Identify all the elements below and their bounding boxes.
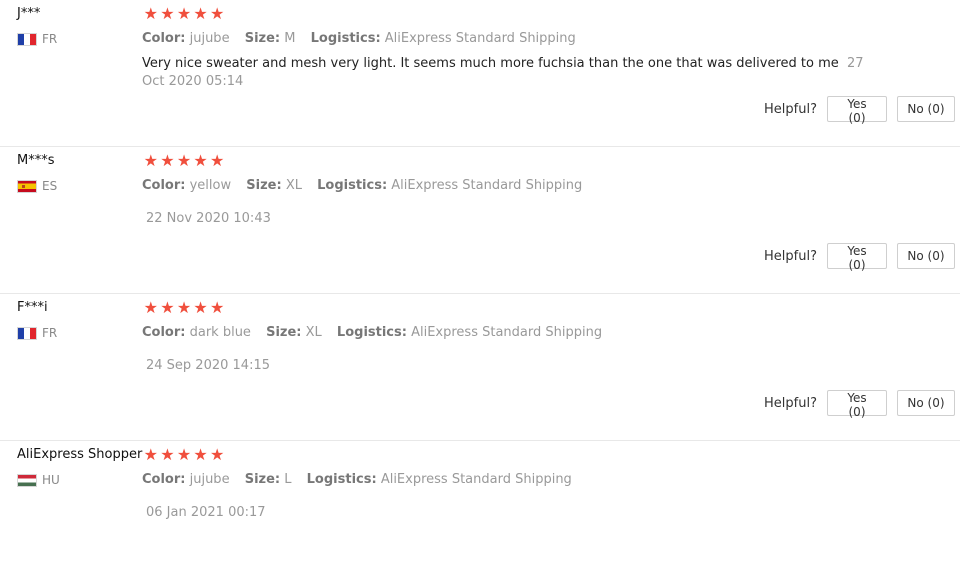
review-attributes: Color: dark blue Size: XL Logistics: Ali… <box>142 325 613 340</box>
star-icon: ★ <box>210 445 225 464</box>
helpful-vote: Helpful? Yes (0) No (0) <box>764 243 955 272</box>
color-value: jujube <box>189 31 230 46</box>
helpful-label: Helpful? <box>764 395 817 411</box>
star-rating: ★ ★ ★ ★ ★ <box>143 299 225 317</box>
size-value: XL <box>285 178 302 193</box>
logistics-label: Logistics: <box>317 178 388 193</box>
helpful-vote: Helpful? Yes (0) No (0) <box>764 96 955 125</box>
reviewer-name: M***s <box>17 153 55 168</box>
country-code: FR <box>42 326 58 340</box>
reviewer-country: HU <box>17 473 60 487</box>
color-label: Color: <box>142 178 186 193</box>
star-rating: ★ ★ ★ ★ ★ <box>143 5 225 23</box>
star-icon: ★ <box>160 445 175 464</box>
review-attributes: Color: jujube Size: L Logistics: AliExpr… <box>142 472 583 487</box>
size-value: XL <box>305 325 322 340</box>
review-list: J*** FR ★ ★ ★ ★ ★ Color: jujube Size: M Logi… <box>0 0 973 538</box>
helpful-yes-button[interactable]: Yes (0) <box>827 96 887 125</box>
review-item: J*** FR ★ ★ ★ ★ ★ Color: jujube Size: M Logi… <box>0 0 960 147</box>
helpful-yes-button[interactable]: Yes (0) <box>827 243 887 272</box>
reviewer-country: ES <box>17 179 57 193</box>
reviewer-name: J*** <box>17 6 41 21</box>
size-label: Size: <box>246 178 282 193</box>
logistics-label: Logistics: <box>306 472 377 487</box>
star-icon: ★ <box>176 151 192 170</box>
review-item: AliExpress Shopper HU ★ ★ ★ ★ ★ Color: jujub… <box>0 441 960 588</box>
logistics-value: AliExpress Standard Shipping <box>384 31 576 46</box>
star-icon: ★ <box>193 445 208 464</box>
review-date: 06 Jan 2021 00:17 <box>146 505 266 520</box>
color-label: Color: <box>142 31 186 46</box>
star-icon: ★ <box>143 445 158 464</box>
size-value: L <box>284 472 292 487</box>
color-label: Color: <box>142 325 186 340</box>
review-text: Very nice sweater and mesh very light. I… <box>142 56 839 71</box>
logistics-value: AliExpress Standard Shipping <box>380 472 572 487</box>
color-value: dark blue <box>189 325 251 340</box>
review-attributes: Color: jujube Size: M Logistics: AliExpr… <box>142 31 587 46</box>
color-value: jujube <box>189 472 230 487</box>
helpful-no-button[interactable]: No (0) <box>897 390 955 416</box>
star-icon: ★ <box>210 151 225 170</box>
country-code: HU <box>42 473 60 487</box>
review-content: Very nice sweater and mesh very light. I… <box>142 55 882 91</box>
star-icon: ★ <box>160 4 175 23</box>
helpful-yes-button[interactable]: Yes (0) <box>827 390 887 419</box>
size-value: M <box>284 31 296 46</box>
france-flag-icon <box>17 326 37 340</box>
reviewer-country: FR <box>17 326 57 340</box>
color-value: yellow <box>189 178 232 193</box>
star-icon: ★ <box>143 4 158 23</box>
reviewer-country: FR <box>17 32 57 46</box>
review-item: M***s ES ★ ★ ★ ★ ★ Color: yellow Size: XL Lo… <box>0 147 960 294</box>
france-flag-icon <box>17 32 37 46</box>
helpful-no-button[interactable]: No (0) <box>897 96 955 122</box>
helpful-label: Helpful? <box>764 248 817 264</box>
star-icon: ★ <box>210 298 225 317</box>
star-rating: ★ ★ ★ ★ ★ <box>143 152 225 170</box>
review-date: 22 Nov 2020 10:43 <box>146 211 271 226</box>
reviewer-name: AliExpress Shopper <box>17 447 143 462</box>
star-icon: ★ <box>193 151 208 170</box>
star-icon: ★ <box>143 151 158 170</box>
logistics-value: AliExpress Standard Shipping <box>391 178 583 193</box>
star-icon: ★ <box>176 4 192 23</box>
star-icon: ★ <box>176 445 192 464</box>
hungary-flag-icon <box>17 473 37 487</box>
star-icon: ★ <box>210 4 225 23</box>
helpful-label: Helpful? <box>764 101 817 117</box>
spain-flag-icon <box>17 179 37 193</box>
star-icon: ★ <box>193 298 208 317</box>
size-label: Size: <box>244 472 281 487</box>
star-icon: ★ <box>193 4 208 23</box>
size-label: Size: <box>266 325 302 340</box>
helpful-no-button[interactable]: No (0) <box>897 243 955 269</box>
star-icon: ★ <box>160 151 175 170</box>
review-item: F***i FR ★ ★ ★ ★ ★ Color: dark blue Size: XL… <box>0 294 960 441</box>
reviewer-name: F***i <box>17 300 48 315</box>
star-icon: ★ <box>160 298 175 317</box>
review-attributes: Color: yellow Size: XL Logistics: AliExp… <box>142 178 593 193</box>
country-code: ES <box>42 179 58 193</box>
color-label: Color: <box>142 472 186 487</box>
country-code: FR <box>42 32 58 46</box>
star-icon: ★ <box>143 298 158 317</box>
logistics-value: AliExpress Standard Shipping <box>411 325 603 340</box>
review-date: 24 Sep 2020 14:15 <box>146 358 270 373</box>
logistics-label: Logistics: <box>310 31 381 46</box>
star-icon: ★ <box>176 298 192 317</box>
size-label: Size: <box>244 31 281 46</box>
star-rating: ★ ★ ★ ★ ★ <box>143 446 225 464</box>
helpful-vote: Helpful? Yes (0) No (0) <box>764 390 955 419</box>
logistics-label: Logistics: <box>336 325 407 340</box>
